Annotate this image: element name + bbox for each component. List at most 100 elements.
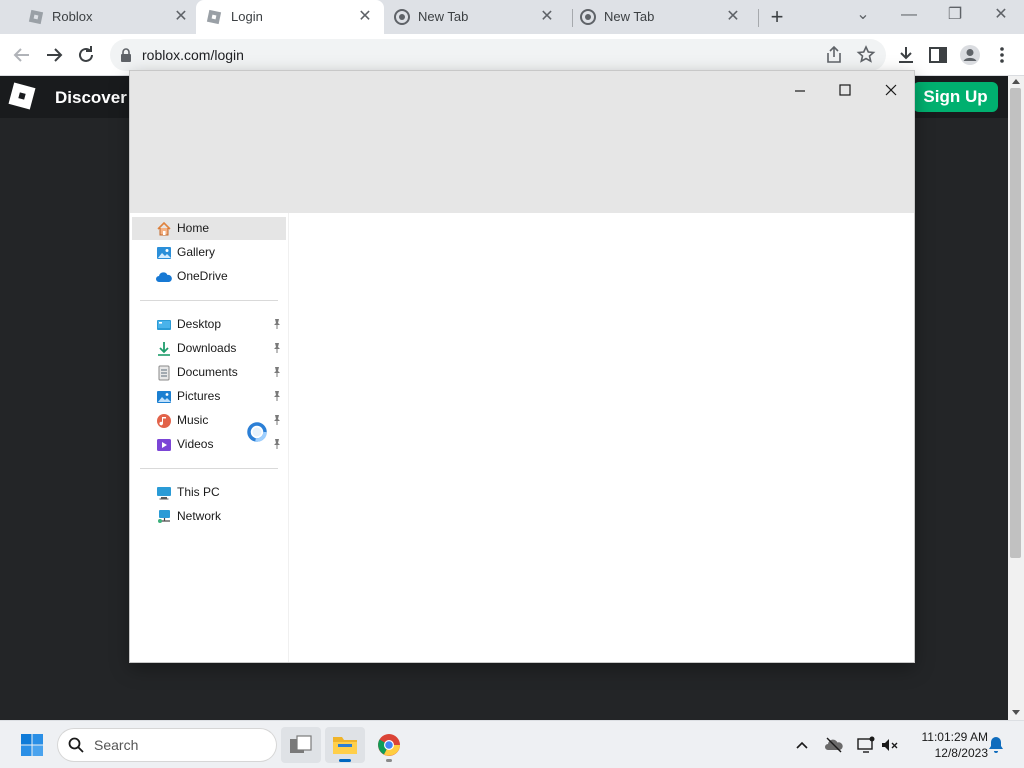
scroll-up-icon[interactable] [1012, 78, 1020, 84]
running-indicator [386, 759, 392, 762]
pin-icon[interactable] [272, 438, 282, 450]
music-icon [157, 414, 171, 428]
chrome-icon [394, 9, 410, 25]
volume-muted-icon[interactable] [880, 735, 900, 755]
clock-date: 12/8/2023 [934, 746, 988, 760]
tab-roblox[interactable]: Roblox ✕ [8, 0, 197, 34]
minimize-icon[interactable] [785, 77, 815, 101]
onedrive-icon [156, 272, 172, 282]
minimize-icon[interactable]: — [896, 4, 922, 26]
menu-kebab-icon[interactable] [990, 43, 1014, 67]
discover-link[interactable]: Discover [55, 88, 127, 108]
pictures-icon [157, 391, 171, 403]
nav-item-documents[interactable]: Documents [132, 361, 286, 384]
nav-item-desktop[interactable]: Desktop [132, 313, 286, 336]
profile-avatar-icon[interactable] [958, 43, 982, 67]
pin-icon[interactable] [272, 366, 282, 378]
chevron-up-icon[interactable] [792, 735, 812, 755]
tab-search-icon[interactable]: ⌄ [850, 4, 876, 26]
nav-label: Documents [177, 365, 238, 379]
tab-title: New Tab [604, 9, 655, 24]
task-view-icon [290, 735, 312, 753]
close-icon[interactable]: ✕ [538, 8, 556, 26]
download-icon[interactable] [894, 43, 918, 67]
nav-label: Desktop [177, 317, 222, 331]
chrome-icon [378, 734, 400, 756]
navigation-pane: Home Gallery OneDrive Desktop Downloads … [130, 213, 289, 662]
network-icon [158, 510, 170, 523]
close-icon[interactable]: ✕ [172, 8, 190, 26]
clock-time: 11:01:29 AM [921, 730, 989, 744]
pin-icon[interactable] [272, 390, 282, 402]
nav-item-pictures[interactable]: Pictures [132, 385, 286, 408]
documents-icon [158, 365, 170, 381]
nav-item-onedrive[interactable]: OneDrive [132, 265, 286, 288]
nav-label: This PC [177, 485, 220, 499]
task-view-button[interactable] [281, 727, 321, 763]
side-panel-icon[interactable] [926, 43, 950, 67]
system-clock[interactable]: 11:01:29 AM 12/8/2023 [906, 729, 989, 761]
new-tab-button[interactable]: + [766, 6, 788, 28]
gallery-icon [157, 247, 171, 259]
share-icon[interactable] [822, 43, 846, 67]
restore-icon[interactable]: ❐ [942, 4, 968, 26]
folder-icon [333, 737, 357, 754]
download-icon [158, 342, 170, 356]
videos-icon [157, 439, 171, 451]
bookmark-star-icon[interactable] [854, 43, 878, 67]
tab-separator [758, 9, 759, 27]
notification-bell-icon[interactable] [986, 735, 1006, 755]
sign-up-button[interactable]: Sign Up [913, 82, 998, 112]
file-explorer-window: Home Gallery OneDrive Desktop Downloads … [130, 71, 914, 662]
desktop-icon [157, 320, 171, 330]
pin-icon[interactable] [272, 342, 282, 354]
page-scrollbar[interactable] [1008, 76, 1024, 720]
nav-item-downloads[interactable]: Downloads [132, 337, 286, 360]
scroll-thumb[interactable] [1010, 88, 1021, 558]
browser-toolbar: roblox.com/login [0, 34, 1024, 76]
reload-icon[interactable] [74, 43, 98, 67]
roblox-logo-icon[interactable] [8, 82, 36, 110]
onedrive-offline-icon[interactable] [824, 735, 844, 755]
nav-label: Network [177, 509, 222, 523]
nav-label: Videos [177, 437, 214, 451]
lock-icon[interactable] [120, 48, 132, 62]
tab-title: New Tab [418, 9, 469, 24]
nav-separator [140, 300, 278, 301]
nav-item-network[interactable]: Network [132, 505, 286, 528]
pin-icon[interactable] [272, 318, 282, 330]
nav-item-this-pc[interactable]: This PC [132, 481, 286, 504]
nav-label: Pictures [177, 389, 221, 403]
display-icon[interactable] [856, 735, 876, 755]
windows-start-icon[interactable] [20, 733, 44, 757]
search-icon [68, 737, 84, 753]
back-icon[interactable] [10, 43, 34, 67]
close-window-icon[interactable]: ✕ [988, 4, 1014, 26]
close-icon[interactable]: ✕ [356, 8, 374, 26]
loading-spinner-icon [247, 422, 267, 442]
active-indicator [339, 759, 351, 762]
forward-icon[interactable] [42, 43, 66, 67]
close-icon[interactable]: ✕ [724, 8, 742, 26]
taskbar-search[interactable]: Search [58, 729, 276, 761]
url-text[interactable]: roblox.com/login [142, 47, 244, 63]
chrome-taskbar-button[interactable] [369, 727, 409, 763]
tab-new-tab-2[interactable]: New Tab ✕ [570, 0, 759, 34]
tab-login[interactable]: Login ✕ [196, 0, 384, 34]
nav-item-home[interactable]: Home [132, 217, 286, 240]
nav-separator [140, 468, 278, 469]
roblox-favicon [206, 9, 222, 25]
nav-label: Home [177, 221, 210, 235]
this-pc-icon [157, 487, 171, 500]
close-icon[interactable] [876, 77, 906, 101]
maximize-icon[interactable] [830, 77, 860, 101]
file-explorer-taskbar-button[interactable] [325, 727, 365, 763]
scroll-down-icon[interactable] [1012, 710, 1020, 716]
tab-title: Roblox [52, 9, 93, 24]
address-bar[interactable]: roblox.com/login [110, 39, 886, 71]
nav-item-gallery[interactable]: Gallery [132, 241, 286, 264]
tab-new-tab-1[interactable]: New Tab ✕ [384, 0, 573, 34]
pin-icon[interactable] [272, 414, 282, 426]
search-placeholder: Search [94, 737, 139, 753]
tab-strip: Roblox ✕ Login ✕ New Tab ✕ New Tab ✕ + ⌄… [0, 0, 1024, 34]
